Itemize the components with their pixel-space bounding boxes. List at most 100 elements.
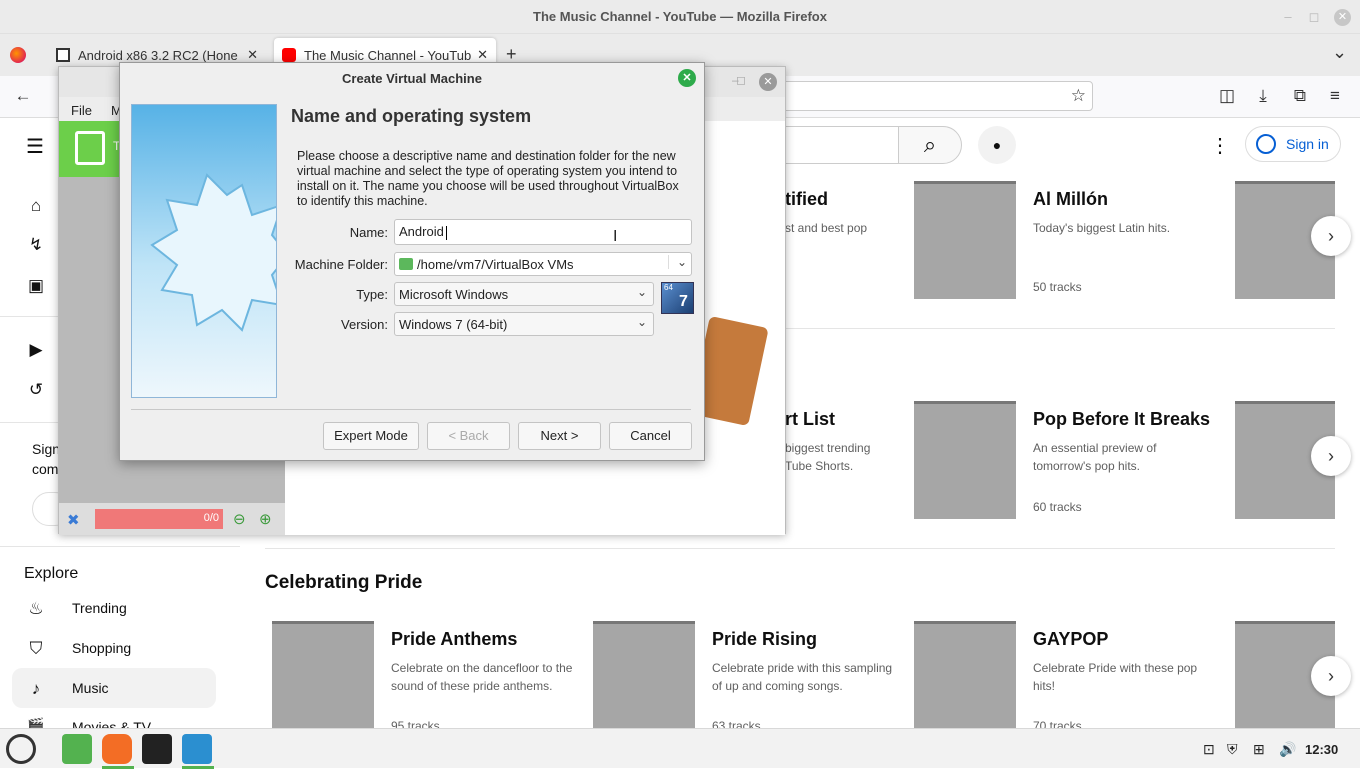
url-bar[interactable]: ☆ [780, 81, 1093, 111]
playlist-thumbnail[interactable] [593, 621, 695, 739]
next-arrow-button[interactable]: › [1311, 436, 1351, 476]
clipboard-icon[interactable]: ⊡ [1203, 741, 1215, 758]
next-button[interactable]: Next > [518, 422, 601, 450]
terminal-app-icon[interactable] [142, 734, 172, 764]
card-desc: Celebrate on the dancefloor to the sound… [391, 661, 573, 693]
search-plus-icon[interactable]: ⊕ [259, 510, 272, 528]
window-title: The Music Channel - YouTube — Mozilla Fi… [533, 9, 827, 24]
card-desc: Celebrate pride with this sampling of up… [712, 661, 893, 693]
playlist-thumbnail[interactable] [914, 621, 1016, 739]
expert-mode-button[interactable]: Expert Mode [323, 422, 419, 450]
shorts-icon[interactable]: ↯ [26, 235, 46, 255]
tab-close-icon[interactable]: ✕ [473, 47, 488, 63]
folder-icon [399, 258, 413, 270]
card-title[interactable]: GAYPOP [1033, 629, 1108, 650]
folder-value: /home/vm7/VirtualBox VMs [417, 257, 574, 272]
hamburger-menu-icon[interactable]: ☰ [26, 134, 44, 159]
search-minus-icon[interactable]: ⊖ [233, 510, 246, 528]
cancel-button[interactable]: Cancel [609, 422, 692, 450]
os-badge-version: 7 [679, 293, 688, 310]
vbm-statusbar: ✖ 0/0 ⊖ ⊕ [59, 503, 285, 535]
dialog-separator [131, 409, 691, 410]
virtualbox-app-icon[interactable] [182, 734, 212, 764]
remove-icon[interactable]: ✖ [67, 511, 80, 529]
bookmark-star-icon[interactable]: ☆ [1071, 86, 1086, 106]
chevron-down-icon: ⌄ [636, 285, 647, 299]
machine-folder-select[interactable]: /home/vm7/VirtualBox VMs ⌄ [394, 252, 692, 276]
window-titlebar: The Music Channel - YouTube — Mozilla Fi… [0, 0, 1360, 34]
pocket-icon[interactable]: ◫ [1216, 86, 1238, 106]
next-arrow-button[interactable]: › [1311, 656, 1351, 696]
card-desc: Celebrate Pride with these pop hits! [1033, 661, 1198, 693]
close-window-button[interactable]: ✕ [1334, 9, 1351, 26]
files-app-icon[interactable] [62, 734, 92, 764]
ibeam-cursor-icon: I [613, 228, 618, 245]
card-title[interactable]: Al Millón [1033, 189, 1108, 210]
yt-search-icon[interactable]: ⌕ [898, 126, 962, 164]
minimize-button[interactable]: – [1280, 9, 1296, 25]
card-title[interactable]: Pride Rising [712, 629, 817, 650]
wizard-banner [131, 104, 277, 398]
version-label: Version: [341, 317, 388, 332]
progress-bar: 0/0 [95, 509, 223, 529]
menu-start-icon[interactable] [6, 734, 36, 764]
vbm-maximize-button[interactable]: ◻ [736, 73, 746, 87]
type-select[interactable]: Microsoft Windows ⌄ [394, 282, 654, 306]
card-title[interactable]: tified [785, 189, 828, 210]
music-icon: ♪ [31, 679, 41, 698]
history-icon[interactable]: ↺ [26, 380, 46, 400]
card-title[interactable]: Pop Before It Breaks [1033, 409, 1210, 430]
sign-in-prompt: Sign [32, 441, 61, 457]
back-button[interactable]: ← [12, 86, 34, 106]
mic-icon[interactable]: ● [978, 126, 1016, 164]
shield-icon[interactable]: ⛨ [1227, 741, 1238, 758]
type-label: Type: [356, 287, 388, 302]
section-divider [265, 548, 1335, 549]
maximize-button[interactable]: ◻ [1306, 9, 1322, 25]
account-icon [1256, 134, 1276, 154]
card-title[interactable]: rt List [785, 409, 835, 430]
downloads-icon[interactable]: ⤓ [1252, 86, 1274, 106]
firefox-view-icon[interactable] [10, 47, 26, 63]
you-icon[interactable]: ▶ [26, 340, 46, 360]
app-menu-icon[interactable]: ≡ [1324, 86, 1346, 106]
dialog-title: Create Virtual Machine [342, 71, 482, 86]
volume-icon[interactable]: 🔊 [1279, 741, 1296, 758]
extensions-icon[interactable]: ⧉ [1289, 86, 1311, 106]
firefox-app-icon[interactable] [102, 734, 132, 764]
playlist-thumbnail[interactable] [272, 621, 374, 739]
name-label: Name: [349, 225, 388, 240]
more-options-icon[interactable]: ⋮ [1210, 133, 1230, 158]
network-icon[interactable]: ⊞ [1253, 741, 1265, 758]
sign-in-button[interactable]: Sign in [1245, 126, 1341, 162]
tools-panel[interactable]: T [59, 121, 121, 177]
playlist-thumbnail[interactable] [914, 401, 1016, 519]
os-type-icon: 64 7 [661, 282, 694, 314]
tab-close-icon[interactable]: ✕ [247, 47, 258, 63]
sidebar-item-trending[interactable]: Trending [72, 600, 127, 616]
version-value: Windows 7 (64-bit) [399, 317, 508, 332]
sidebar-item-shopping[interactable]: Shopping [72, 640, 131, 656]
dialog-close-button[interactable]: ✕ [678, 69, 696, 87]
home-icon[interactable]: ⌂ [26, 196, 46, 216]
create-vm-dialog[interactable]: Create Virtual Machine ✕ Name and operat… [119, 62, 705, 461]
name-field[interactable]: Android [394, 219, 692, 245]
version-select[interactable]: Windows 7 (64-bit) ⌄ [394, 312, 654, 336]
machine-folder-label: Machine Folder: [294, 257, 388, 272]
vbm-close-button[interactable]: ✕ [759, 73, 777, 91]
playlist-thumbnail[interactable] [914, 181, 1016, 299]
chevron-down-icon[interactable]: ⌄ [667, 255, 687, 269]
starburst-icon [150, 173, 276, 332]
back-button-disabled[interactable]: < Back [427, 422, 510, 450]
list-all-tabs-button[interactable]: ⌄ [1332, 42, 1347, 63]
tab-label: Android x86 3.2 RC2 (Hone [78, 48, 238, 63]
text-cursor [445, 225, 447, 240]
card-title[interactable]: Pride Anthems [391, 629, 517, 650]
clock: 12:30 [1305, 742, 1339, 757]
subscriptions-icon[interactable]: ▣ [26, 276, 46, 296]
yt-search-input[interactable] [784, 126, 898, 164]
vbm-menu-file[interactable]: File [71, 103, 92, 118]
next-arrow-button[interactable]: › [1311, 216, 1351, 256]
dialog-description: Please choose a descriptive name and des… [297, 149, 679, 208]
sidebar-item-music[interactable]: Music [72, 680, 109, 696]
